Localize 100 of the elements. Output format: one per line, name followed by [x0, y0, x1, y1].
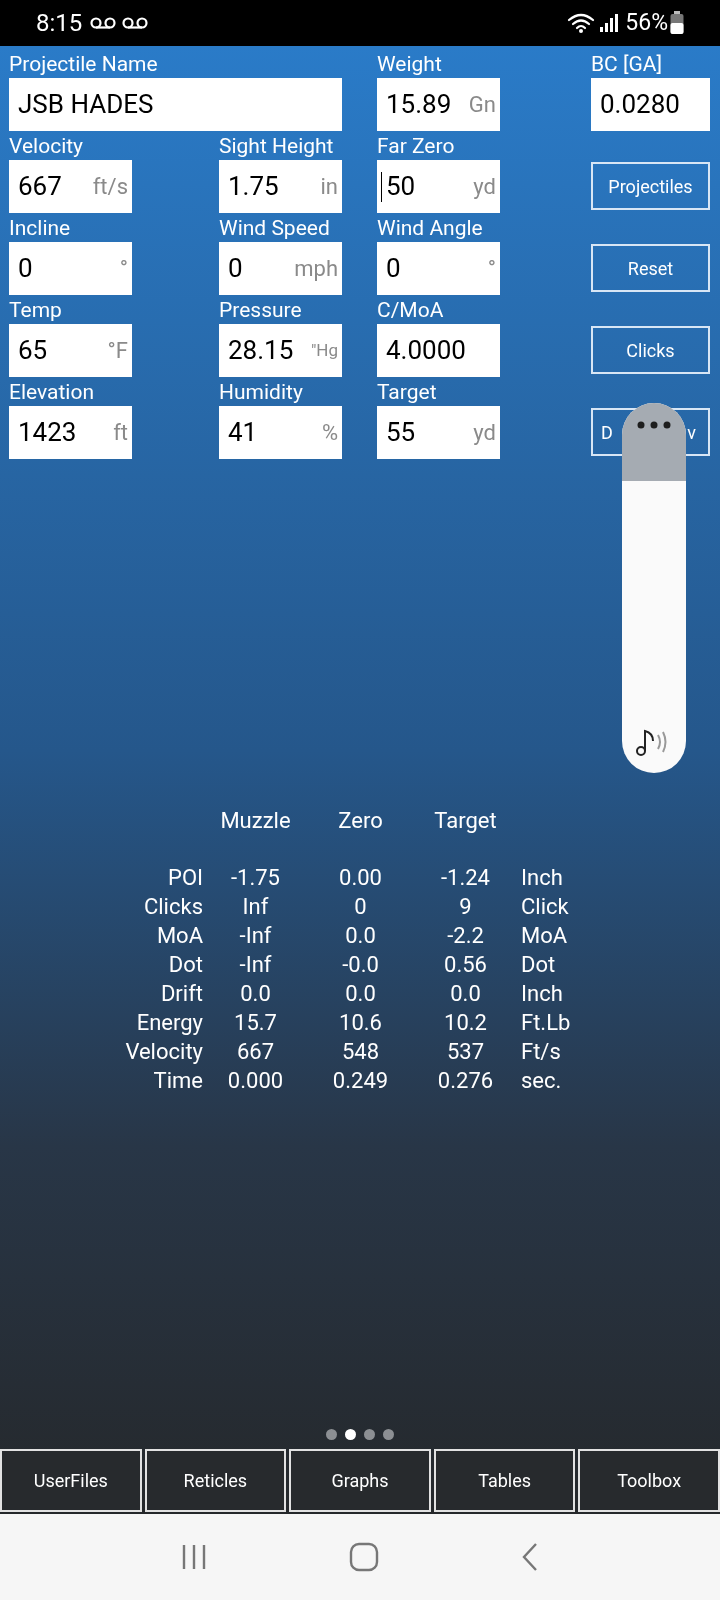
signal-icon: [599, 13, 620, 33]
input-field[interactable]: 1.75 in: [219, 160, 342, 213]
unit-label: Inch: [520, 980, 564, 1008]
result-value: 0: [354, 893, 367, 921]
row-label: Dot: [168, 951, 203, 979]
field-label: Temp: [9, 297, 62, 324]
tab-button[interactable]: Tables: [433, 1449, 576, 1512]
wifi-icon: [567, 12, 596, 34]
result-value: 0.0: [345, 980, 376, 1008]
home-icon[interactable]: [349, 1542, 379, 1572]
unit-label: Ft.Lb: [520, 1009, 572, 1037]
row-label: Drift: [160, 980, 203, 1008]
unit-label: Gn: [468, 91, 496, 119]
field-label: Humidity: [219, 379, 303, 406]
unit-label: ft/s: [92, 173, 128, 201]
unit-label: yd: [473, 419, 496, 447]
field-label: Wind Angle: [377, 215, 483, 242]
result-value: 537: [446, 1038, 485, 1066]
input-field[interactable]: 65 °F: [9, 324, 132, 377]
side-button[interactable]: Clicks: [591, 326, 710, 374]
input-field[interactable]: 55 yd: [377, 406, 500, 459]
unit-label: Dot: [520, 951, 557, 979]
input-field[interactable]: 41 %: [219, 406, 342, 459]
tab-button[interactable]: Reticles: [144, 1449, 287, 1512]
input-field[interactable]: 667 ft/s: [9, 160, 132, 213]
unit-label: Ft/s: [520, 1038, 562, 1066]
field-label: BC [GA]: [591, 51, 663, 78]
result-value: 15.7: [234, 1009, 277, 1037]
result-value: 0.0: [345, 922, 376, 950]
floating-menu[interactable]: [622, 403, 686, 773]
result-value: 9: [459, 893, 472, 921]
result-value: 0.56: [444, 951, 487, 979]
result-value: 667: [236, 1038, 275, 1066]
unit-label: Inch: [520, 864, 564, 892]
input-field[interactable]: 0.0280: [591, 78, 710, 131]
unit-label: sec.: [520, 1067, 563, 1095]
field-label: Elevation: [9, 379, 95, 406]
row-label: Time: [153, 1067, 203, 1095]
result-value: 10.2: [444, 1009, 487, 1037]
result-value: -0.0: [342, 951, 379, 979]
unit-label: "Hg: [310, 338, 338, 362]
unit-label: °: [119, 255, 128, 283]
field-label: Velocity: [9, 133, 84, 160]
unit-label: ft: [113, 419, 128, 447]
battery-icon: [670, 11, 684, 35]
voicemail-icon: [122, 16, 149, 30]
more-icon: [637, 421, 671, 429]
result-value: -1.75: [231, 864, 280, 892]
side-button[interactable]: Projectiles: [591, 162, 710, 210]
field-label: C/MoA: [377, 297, 444, 324]
result-value: 10.6: [339, 1009, 382, 1037]
input-field[interactable]: 50 yd: [377, 160, 500, 213]
field-label: Pressure: [219, 297, 302, 324]
unit-label: Click: [520, 893, 570, 921]
voicemail-icon: [90, 16, 117, 30]
input-field[interactable]: 1423 ft: [9, 406, 132, 459]
unit-label: in: [320, 173, 338, 201]
tab-button[interactable]: UserFiles: [0, 1449, 142, 1512]
input-field[interactable]: 0 °: [9, 242, 132, 295]
input-field[interactable]: 0 mph: [219, 242, 342, 295]
battery-percent: 56%: [625, 7, 668, 38]
result-value: 0.0: [450, 980, 481, 1008]
result-value: -Inf: [239, 922, 272, 950]
field-label: Sight Height: [219, 133, 334, 160]
result-value: -2.2: [447, 922, 484, 950]
field-label: Target: [377, 379, 437, 406]
result-value: 0.249: [332, 1067, 389, 1095]
input-field[interactable]: 15.89 Gn: [377, 78, 500, 131]
tab-button[interactable]: Graphs: [289, 1449, 431, 1512]
result-value: 0.000: [227, 1067, 284, 1095]
field-label: Weight: [377, 51, 442, 78]
column-header: Zero: [338, 807, 383, 835]
result-value: 0.00: [339, 864, 382, 892]
side-button[interactable]: Reset: [591, 244, 710, 292]
unit-label: %: [321, 419, 338, 447]
input-field[interactable]: 4.0000: [377, 324, 500, 377]
unit-label: °F: [107, 337, 128, 365]
row-label: Clicks: [143, 893, 203, 921]
result-value: 0.0: [240, 980, 271, 1008]
field-label: Projectile Name: [9, 51, 158, 78]
row-label: POI: [168, 864, 203, 892]
clock-time: 8:15: [36, 8, 83, 39]
row-label: MoA: [156, 922, 203, 950]
unit-label: mph: [294, 255, 338, 283]
field-label: Wind Speed: [219, 215, 330, 242]
field-label: Far Zero: [377, 133, 455, 160]
result-value: Inf: [242, 893, 269, 921]
row-label: Velocity: [125, 1038, 203, 1066]
result-value: 548: [341, 1038, 380, 1066]
tab-button[interactable]: Toolbox: [578, 1449, 720, 1512]
unit-label: yd: [473, 173, 496, 201]
input-field[interactable]: JSB HADES: [9, 78, 342, 131]
unit-label: MoA: [520, 922, 569, 950]
input-field[interactable]: 0 °: [377, 242, 500, 295]
column-header: Muzzle: [220, 807, 291, 835]
result-value: 0.276: [437, 1067, 494, 1095]
panel-handle[interactable]: [622, 403, 686, 481]
input-field[interactable]: 28.15 "Hg: [219, 324, 342, 377]
unit-label: °: [487, 255, 496, 283]
row-label: Energy: [136, 1009, 203, 1037]
